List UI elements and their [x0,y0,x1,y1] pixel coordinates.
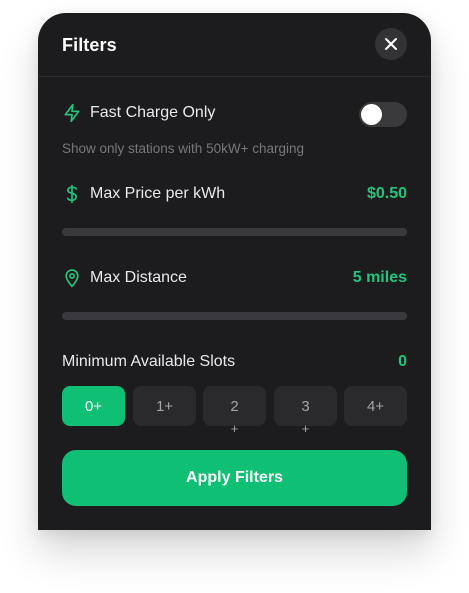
slots-count: 0 [398,353,407,370]
panel-header: Filters [38,13,431,77]
fast-charge-label: Fast Charge Only [90,104,216,121]
slot-option-2-plus-mark: + [230,421,239,436]
max-distance-row: Max Distance [62,268,187,288]
dollar-sign-icon [62,184,82,204]
slot-option-0-plus[interactable]: 0+ [62,386,125,426]
lightning-bolt-icon [62,103,82,123]
map-pin-icon [62,268,82,288]
slot-option-4-plus[interactable]: 4+ [344,386,407,426]
slot-option-1-plus[interactable]: 1+ [133,386,196,426]
max-distance-slider[interactable] [62,312,407,320]
panel-title: Filters [62,35,117,55]
max-distance-label: Max Distance [90,269,187,286]
fast-charge-row: Fast Charge Only [62,103,215,123]
slots-label: Minimum Available Slots [62,353,236,370]
slot-option-2[interactable]: 2 [203,386,266,426]
max-price-row: Max Price per kWh [62,184,225,204]
toggle-knob [361,104,382,125]
max-distance-value: 5 miles [352,269,407,286]
apply-filters-button[interactable]: Apply Filters [62,450,407,506]
slot-option-3-plus-mark: + [301,421,310,436]
max-price-slider[interactable] [62,228,407,236]
close-icon [385,38,397,50]
fast-charge-toggle[interactable] [359,102,407,127]
fast-charge-description: Show only stations with 50kW+ charging [62,141,304,156]
close-button[interactable] [375,28,407,60]
filters-panel: Filters Fast Charge Only Show only stati… [38,13,431,530]
slot-option-3[interactable]: 3 [274,386,337,426]
max-price-label: Max Price per kWh [90,185,226,202]
max-price-value: $0.50 [366,185,407,202]
